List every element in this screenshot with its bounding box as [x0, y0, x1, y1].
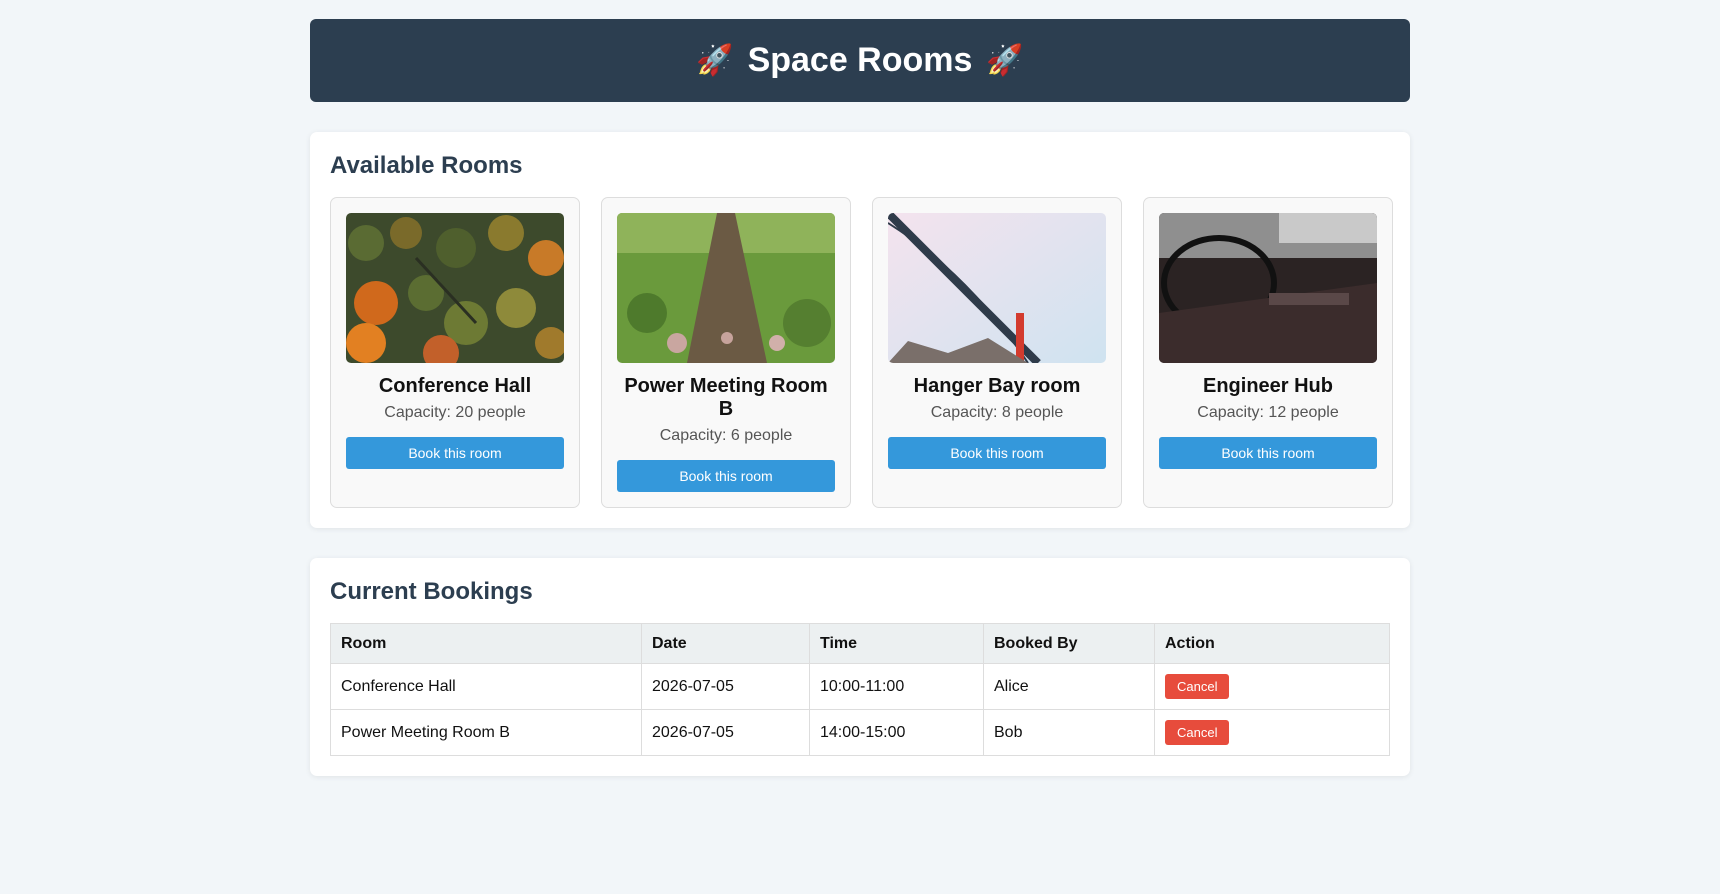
cancel-booking-button[interactable]: Cancel — [1165, 720, 1230, 745]
section-title: Available Rooms — [330, 152, 523, 179]
room-image-forest — [346, 213, 564, 363]
room-capacity: Capacity: 8 people — [930, 404, 1064, 421]
book-room-button[interactable]: Book this room — [1159, 437, 1377, 469]
table-row: Power Meeting Room B 2026-07-05 14:00-15… — [330, 709, 1390, 756]
room-capacity: Capacity: 20 people — [384, 404, 526, 421]
cell-date: 2026-07-05 — [641, 709, 810, 756]
room-name: Conference Hall — [378, 375, 532, 397]
cell-booked-by: Alice — [983, 663, 1155, 710]
cell-room: Conference Hall — [330, 663, 642, 710]
book-room-button[interactable]: Book this room — [617, 460, 835, 492]
room-capacity: Capacity: 12 people — [1197, 404, 1339, 421]
rocket-icon: 🚀 — [696, 44, 734, 77]
column-header-booked-by: Booked By — [983, 623, 1155, 664]
book-room-button[interactable]: Book this room — [888, 437, 1106, 469]
room-name: Hanger Bay room — [913, 375, 1081, 397]
table-header-row: Room Date Time Booked By Action — [330, 623, 1390, 664]
section-title: Current Bookings — [330, 578, 533, 605]
column-header-room: Room — [330, 623, 642, 664]
cell-time: 14:00-15:00 — [809, 709, 984, 756]
room-name: Power Meeting Room B — [624, 375, 828, 420]
room-image-bridge — [888, 213, 1106, 363]
column-header-date: Date — [641, 623, 810, 664]
page-title: 🚀 Space Rooms 🚀 — [696, 41, 1024, 80]
rooms-grid: Conference Hall Capacity: 20 people Book… — [330, 197, 1393, 508]
cell-time: 10:00-11:00 — [809, 663, 984, 710]
title-text: Space Rooms — [747, 41, 973, 79]
column-header-time: Time — [809, 623, 984, 664]
room-card: Engineer Hub Capacity: 12 people Book th… — [1143, 197, 1393, 508]
page-container: 🚀 Space Rooms 🚀 Available Rooms Conferen… — [310, 0, 1410, 776]
room-image-car — [1159, 213, 1377, 363]
available-rooms-section: Available Rooms Conference Hall Capacity… — [310, 132, 1410, 528]
bookings-table: Room Date Time Booked By Action Conferen… — [330, 623, 1390, 756]
room-card: Power Meeting Room B Capacity: 6 people … — [601, 197, 851, 508]
rocket-icon: 🚀 — [986, 44, 1024, 77]
table-row: Conference Hall 2026-07-05 10:00-11:00 A… — [330, 663, 1390, 710]
cell-date: 2026-07-05 — [641, 663, 810, 710]
room-card: Hanger Bay room Capacity: 8 people Book … — [872, 197, 1122, 508]
cell-action: Cancel — [1154, 663, 1390, 710]
cell-action: Cancel — [1154, 709, 1390, 756]
column-header-action: Action — [1154, 623, 1390, 664]
book-room-button[interactable]: Book this room — [346, 437, 564, 469]
current-bookings-section: Current Bookings Room Date Time Booked B… — [310, 558, 1410, 776]
cancel-booking-button[interactable]: Cancel — [1165, 674, 1230, 699]
room-name: Engineer Hub — [1202, 375, 1333, 397]
room-image-path — [617, 213, 835, 363]
cell-room: Power Meeting Room B — [330, 709, 642, 756]
app-header: 🚀 Space Rooms 🚀 — [310, 19, 1410, 102]
cell-booked-by: Bob — [983, 709, 1155, 756]
room-card: Conference Hall Capacity: 20 people Book… — [330, 197, 580, 508]
room-capacity: Capacity: 6 people — [659, 427, 793, 444]
